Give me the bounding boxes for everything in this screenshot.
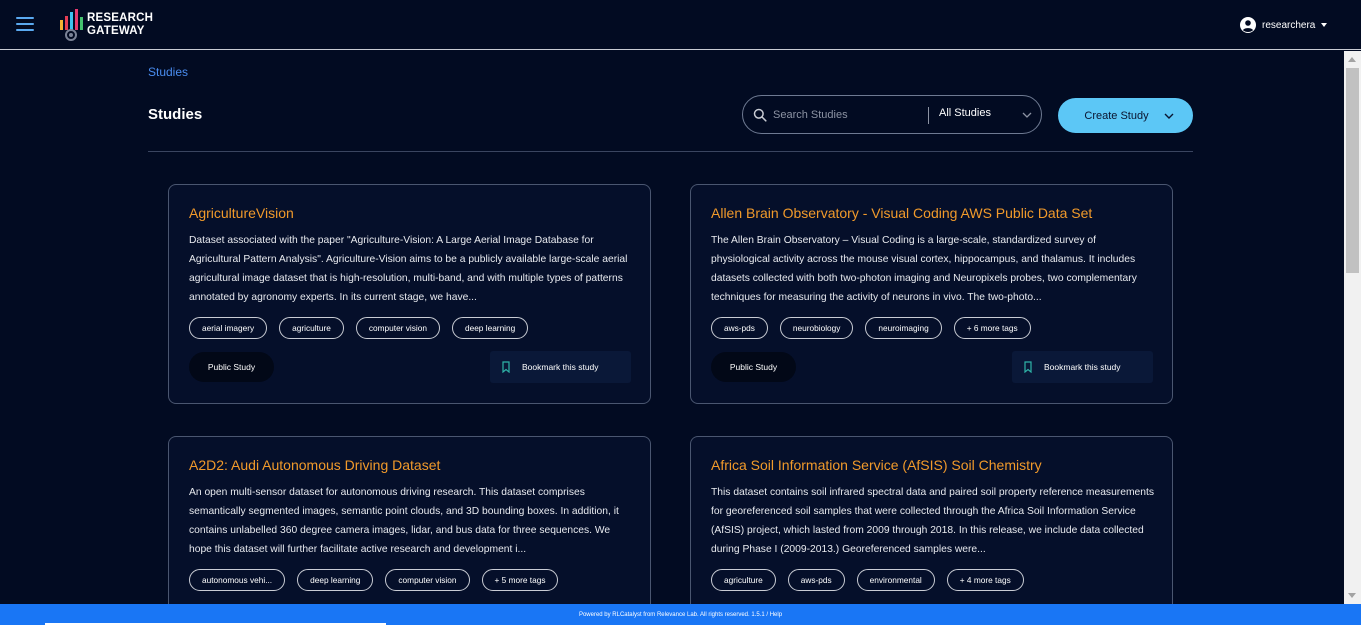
app-logo[interactable]: RESEARCH GATEWAY [58,7,153,43]
search-icon [753,108,767,122]
top-bar: RESEARCH GATEWAY researchera [0,0,1361,50]
study-card: AgricultureVision Dataset associated wit… [168,184,651,404]
tag-list: aerial imagery agriculture computer visi… [189,317,529,339]
chevron-down-icon [1321,23,1328,27]
user-menu[interactable]: researchera [1240,16,1328,34]
page-title: Studies [148,106,203,123]
bookmark-button[interactable]: Bookmark this study [490,351,631,383]
tag-list: agriculture aws-pds environmental + 4 mo… [711,569,1024,591]
tag-chip[interactable]: neurobiology [779,317,854,339]
more-tags-chip[interactable]: + 5 more tags [481,569,559,591]
tag-list: aws-pds neurobiology neuroimaging + 6 mo… [711,317,1031,339]
chevron-down-icon [1164,113,1174,119]
logo-icon [60,9,83,41]
scroll-down-icon[interactable] [1348,593,1356,598]
study-card: Allen Brain Observatory - Visual Coding … [690,184,1173,404]
bookmark-label: Bookmark this study [522,362,599,372]
study-title[interactable]: AgricultureVision [189,205,294,221]
study-description: An open multi-sensor dataset for autonom… [189,487,619,555]
public-study-badge: Public Study [189,352,274,382]
tag-chip[interactable]: deep learning [451,317,529,339]
study-description: Dataset associated with the paper "Agric… [189,235,628,303]
tag-chip[interactable]: deep learning [297,569,374,591]
study-title[interactable]: A2D2: Audi Autonomous Driving Dataset [189,457,440,473]
create-study-button[interactable]: Create Study [1058,98,1193,133]
user-avatar-icon [1240,17,1256,33]
study-description: This dataset contains soil infrared spec… [711,487,1154,555]
search-bar: All Studies [742,95,1042,134]
scroll-thumb[interactable] [1346,68,1359,273]
tag-chip[interactable]: agriculture [279,317,344,339]
study-title[interactable]: Allen Brain Observatory - Visual Coding … [711,205,1092,221]
bookmark-icon [1024,361,1032,373]
study-description: The Allen Brain Observatory – Visual Cod… [711,235,1137,303]
footer-text: Powered by RLCatalyst from Relevance Lab… [578,611,783,618]
bookmark-label: Bookmark this study [1044,362,1121,372]
more-tags-chip[interactable]: + 4 more tags [946,569,1024,591]
page-scrollbar[interactable] [1344,51,1361,604]
tag-chip[interactable]: autonomous vehi... [189,569,286,591]
tag-chip[interactable]: agriculture [711,569,776,591]
search-divider [928,107,929,124]
study-card: A2D2: Audi Autonomous Driving Dataset An… [168,436,651,625]
create-study-label: Create Study [1084,109,1149,122]
study-filter-select[interactable]: All Studies [939,107,991,119]
user-name: researchera [1262,19,1316,31]
tag-chip[interactable]: computer vision [385,569,470,591]
study-card: Africa Soil Information Service (AfSIS) … [690,436,1173,625]
scroll-up-icon[interactable] [1348,57,1356,62]
menu-icon[interactable] [16,17,34,31]
more-tags-chip[interactable]: + 6 more tags [953,317,1031,339]
tag-chip[interactable]: aws-pds [711,317,768,339]
bookmark-icon [502,361,510,373]
tag-chip[interactable]: computer vision [355,317,440,339]
tag-chip[interactable]: environmental [856,569,935,591]
logo-text-line1: RESEARCH [87,12,154,24]
footer: Powered by RLCatalyst from Relevance Lab… [0,604,1361,625]
tag-list: autonomous vehi... deep learning compute… [189,569,559,591]
study-title[interactable]: Africa Soil Information Service (AfSIS) … [711,457,1042,473]
chevron-down-icon[interactable] [1021,109,1033,121]
public-study-badge: Public Study [711,352,796,382]
breadcrumb[interactable]: Studies [148,65,188,79]
header-divider [148,151,1193,152]
tag-chip[interactable]: aerial imagery [189,317,268,339]
logo-text-line2: GATEWAY [87,25,145,37]
tag-chip[interactable]: neuroimaging [865,317,942,339]
bookmark-button[interactable]: Bookmark this study [1012,351,1153,383]
tag-chip[interactable]: aws-pds [787,569,845,591]
search-input[interactable] [773,105,923,125]
